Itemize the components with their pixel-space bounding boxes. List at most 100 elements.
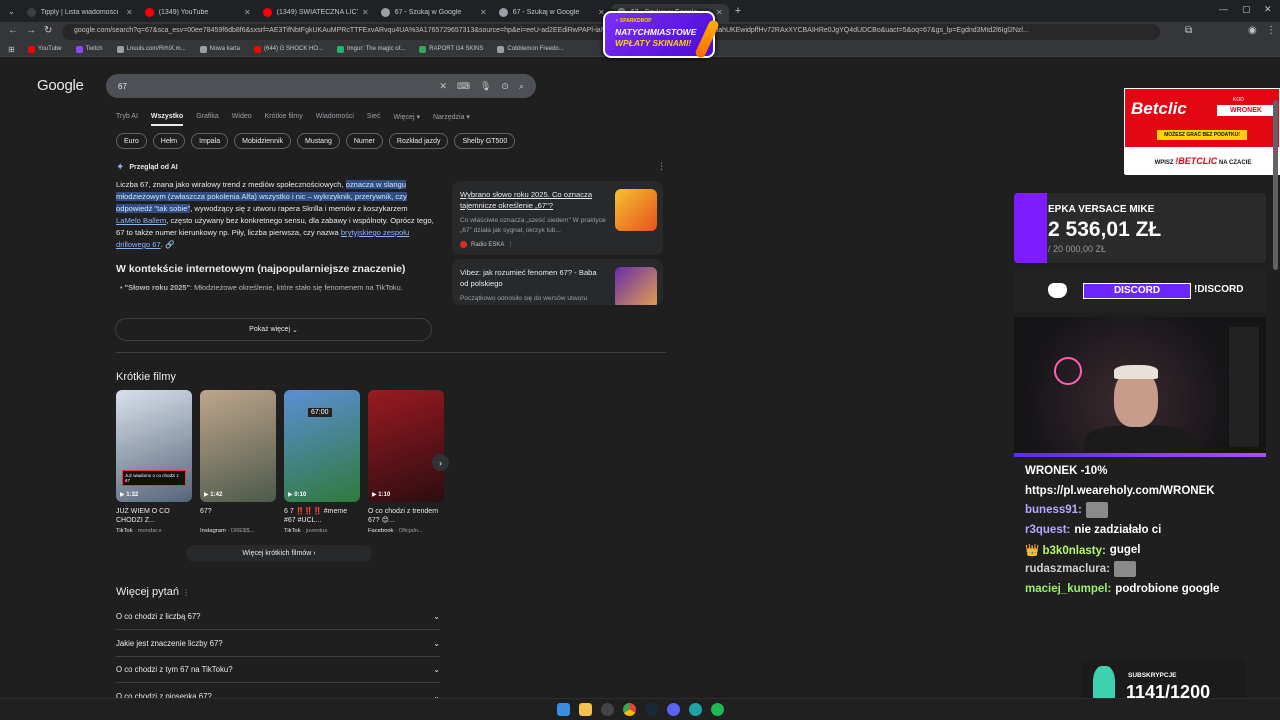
search-tab[interactable]: Narzędzia ▾: [433, 113, 470, 126]
menu-icon[interactable]: ⋮: [1266, 25, 1276, 36]
close-tab-icon[interactable]: ✕: [244, 8, 251, 17]
refine-chip[interactable]: Shelby GT500: [454, 133, 516, 149]
search-icon[interactable]: ⌕: [519, 81, 524, 92]
chat-username[interactable]: https://pl.weareholy.com/WRONEK: [1025, 485, 1215, 497]
more-options-icon[interactable]: ⋮: [182, 588, 190, 597]
video-caption[interactable]: JUŻ WIEM O CO CHODZI Z...: [116, 507, 192, 525]
microphone-icon[interactable]: 🎙: [480, 81, 491, 92]
search-tab[interactable]: Wszystko: [150, 113, 184, 126]
more-options-icon[interactable]: ⋮: [508, 241, 514, 248]
extensions-icon[interactable]: ⧉: [1185, 25, 1192, 36]
video-caption[interactable]: 6 7 ‼️‼️‼️ #meme #67 #UCL...: [284, 507, 360, 525]
video-thumbnail[interactable]: ▶ 1:10: [368, 390, 444, 502]
clear-icon[interactable]: ✕: [439, 81, 447, 92]
chat-username[interactable]: buness91:: [1025, 504, 1082, 516]
bookmark-item[interactable]: Lnuuls.com/RrhiX.m...: [116, 45, 186, 53]
chrome-icon[interactable]: [623, 703, 636, 716]
bookmark-item[interactable]: Nowa karta: [199, 45, 240, 53]
search-tab[interactable]: Sieć: [367, 113, 381, 126]
search-tab[interactable]: Wiadomości: [316, 113, 354, 126]
faq-item[interactable]: O co chodzi z tym 67 na TikToku? ⌄: [116, 657, 440, 683]
bookmark-item[interactable]: Twitch: [75, 45, 103, 53]
more-options-icon[interactable]: ⋮: [657, 161, 666, 172]
lamelo-link[interactable]: LaMelo Ballem: [116, 216, 166, 225]
keyboard-icon[interactable]: ⌨: [457, 81, 470, 92]
chevron-down-icon: ⌄: [433, 665, 440, 674]
show-more-button[interactable]: Pokaż więcej ⌄: [115, 318, 432, 341]
forward-icon[interactable]: →: [26, 25, 36, 36]
cta-code: !BETCLIC: [1175, 156, 1218, 166]
back-icon[interactable]: ←: [8, 25, 18, 36]
video-thumbnail[interactable]: Już wiadomo o co chodzi z 67 ▶ 1:32: [116, 390, 192, 502]
chat-username[interactable]: maciej_kumpel:: [1025, 583, 1111, 595]
maximize-icon[interactable]: ▢: [1242, 4, 1251, 15]
chevron-right-icon[interactable]: ›: [432, 454, 449, 471]
close-tab-icon[interactable]: ✕: [362, 8, 369, 17]
source-title[interactable]: Vibez: jak rozumieć fenomen 67? - Baba o…: [460, 267, 606, 289]
stream-chat: WRONEK -10% https://pl.weareholy.com/WRON…: [1025, 461, 1275, 599]
refine-chip[interactable]: Impala: [191, 133, 229, 149]
browser-tab[interactable]: 67 - Szukaj w Google✕: [375, 4, 493, 22]
close-tab-icon[interactable]: ✕: [716, 8, 723, 17]
short-video-card[interactable]: Już wiadomo o co chodzi z 67 ▶ 1:32 JUŻ WI…: [116, 390, 192, 534]
close-window-icon[interactable]: ✕: [1264, 4, 1272, 15]
spotify-icon[interactable]: [711, 703, 724, 716]
chat-username[interactable]: WRONEK -10%: [1025, 465, 1107, 477]
short-video-card[interactable]: ▶ 1:42 67? Instagram · DRE$$...: [200, 390, 276, 534]
minimize-icon[interactable]: —: [1219, 4, 1228, 14]
chat-username[interactable]: r3quest:: [1025, 524, 1070, 536]
refine-chip[interactable]: Numer: [345, 133, 383, 149]
search-tab[interactable]: Krótkie filmy: [265, 113, 303, 126]
short-video-card[interactable]: 67:00 ▶ 0:10 6 7 ‼️‼️‼️ #meme #67 #UCL... T…: [284, 390, 360, 534]
file-explorer-icon[interactable]: [579, 703, 592, 716]
refine-chip[interactable]: Mustang: [297, 133, 340, 149]
browser-tab[interactable]: 67 - Szukaj w Google✕: [493, 4, 611, 22]
source-title[interactable]: Wybrano słowo roku 2025. Co oznacza taje…: [460, 189, 606, 211]
video-caption[interactable]: O co chodzi z trendem 67? 😊...: [368, 507, 444, 525]
browser-tab[interactable]: (1349) ŚWIATECZNA LICYTACJA ✕: [257, 4, 375, 22]
search-tab[interactable]: Wideo: [232, 113, 252, 126]
browser-tab[interactable]: (1349) YouTube ✕: [139, 4, 257, 22]
source-card[interactable]: Vibez: jak rozumieć fenomen 67? - Baba o…: [452, 259, 663, 305]
google-logo[interactable]: Google: [37, 77, 84, 94]
profile-icon[interactable]: ◉: [1248, 25, 1257, 36]
discord-app-icon[interactable]: [667, 703, 680, 716]
lens-icon[interactable]: ⊙: [501, 81, 509, 92]
faq-item[interactable]: Jakie jest znaczenie liczby 67? ⌄: [116, 631, 440, 657]
page-scrollbar[interactable]: [1273, 100, 1278, 270]
apps-icon[interactable]: ⊞: [8, 45, 15, 54]
steam-icon[interactable]: [645, 703, 658, 716]
search-box[interactable]: 67 ✕ ⌨ 🎙 ⊙ ⌕: [106, 74, 536, 98]
bookmark-item[interactable]: Imgur: The magic of...: [337, 45, 405, 53]
reload-icon[interactable]: ↻: [44, 25, 52, 36]
refine-chip[interactable]: Hełm: [152, 133, 186, 149]
more-shorts-button[interactable]: Więcej krótkich filmów ›: [186, 545, 372, 562]
search-tab[interactable]: Więcej ▾: [394, 113, 420, 126]
bookmark-item[interactable]: RAPORT G4 SKINS: [419, 45, 483, 53]
video-thumbnail[interactable]: ▶ 1:42: [200, 390, 276, 502]
close-tab-icon[interactable]: ✕: [126, 8, 133, 17]
windows-start-icon[interactable]: [557, 703, 570, 716]
search-input[interactable]: 67: [118, 82, 429, 91]
bookmark-item[interactable]: YouTube: [28, 45, 62, 53]
close-tab-icon[interactable]: ✕: [480, 8, 487, 17]
refine-chip[interactable]: Mobidziennik: [234, 133, 292, 149]
new-tab-button[interactable]: +: [735, 5, 741, 17]
bookmark-item[interactable]: (644) G SHOCK HO...: [253, 45, 323, 53]
bookmark-item[interactable]: Cobblemon Freedo...: [497, 45, 564, 53]
browser-tab[interactable]: Tipply | Lista wiadomości ✕: [21, 4, 139, 22]
search-tab[interactable]: Grafika: [196, 113, 219, 126]
chat-username[interactable]: rudaszmaclura:: [1025, 563, 1110, 575]
refine-chip[interactable]: Euro: [116, 133, 147, 149]
video-caption[interactable]: 67?: [200, 507, 276, 525]
video-thumbnail[interactable]: 67:00 ▶ 0:10: [284, 390, 360, 502]
edge-icon[interactable]: [689, 703, 702, 716]
search-tab[interactable]: Tryb AI: [116, 113, 138, 126]
refine-chip[interactable]: Rozkład jazdy: [388, 133, 449, 149]
faq-item[interactable]: O co chodzi z liczbą 67? ⌄: [116, 604, 440, 630]
tab-search-icon[interactable]: ⌄: [8, 7, 15, 16]
link-icon[interactable]: 🔗: [165, 240, 174, 249]
chat-username[interactable]: 👑 b3k0nlasty:: [1025, 543, 1106, 557]
obs-icon[interactable]: [601, 703, 614, 716]
source-card[interactable]: Wybrano słowo roku 2025. Co oznacza taje…: [452, 181, 663, 255]
